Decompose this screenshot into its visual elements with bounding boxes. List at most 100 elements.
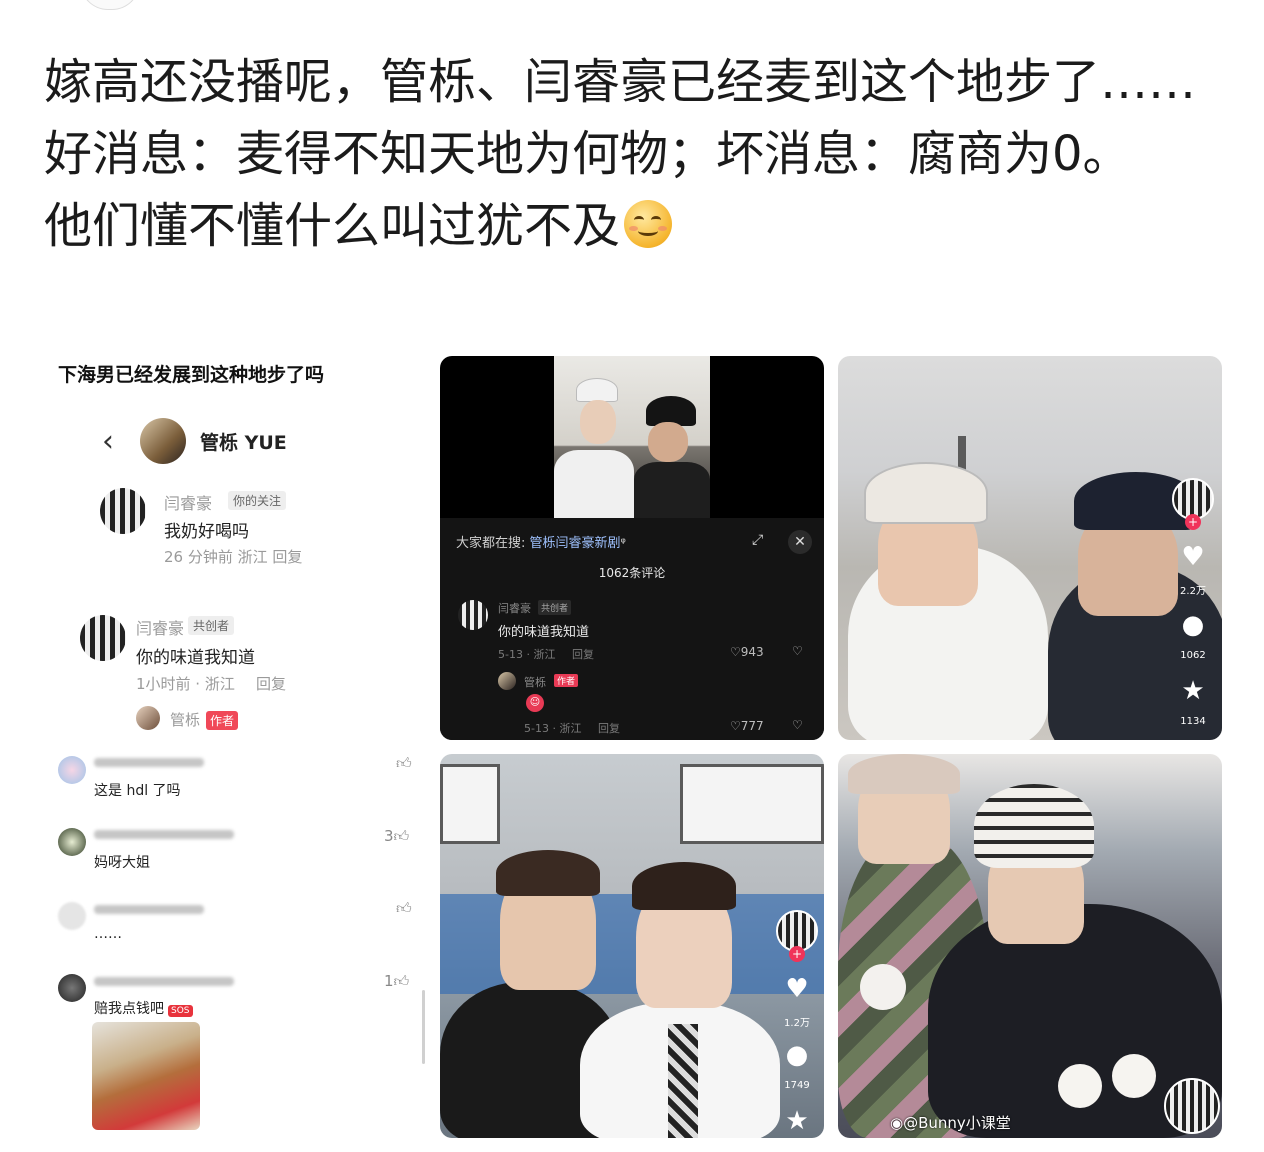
outdoor-photo-image[interactable]: + ♥ 2.2万 ● 1062 ★ 1134: [838, 356, 1222, 740]
search-term-link: 管栎闫睿豪新剧: [529, 536, 621, 551]
thumbs-up-icon: 👍︎: [393, 972, 410, 990]
heart-icon: ♥: [785, 974, 809, 1004]
thumbs-up-icon: 👍︎: [396, 899, 412, 917]
comment-count: 1062: [1180, 650, 1206, 661]
scrollbar: [422, 990, 425, 1064]
commenter-avatar: [58, 974, 86, 1002]
blue-curtain-shape: [440, 894, 824, 994]
dislike-icon: ♡: [792, 718, 803, 732]
co-creator-tag: 共创者: [538, 600, 572, 615]
pompom-shape: [1112, 1054, 1156, 1098]
comment-text: 这是 hdl 了吗: [94, 783, 181, 799]
hair-shape: [848, 754, 960, 794]
author-avatar[interactable]: [80, 0, 140, 10]
creator-avatar: [1164, 1078, 1220, 1134]
reply-avatar: [498, 672, 516, 690]
like-count: 1.2万: [784, 1018, 810, 1029]
pompom-shape: [860, 964, 906, 1010]
heart-icon: ♡: [730, 719, 741, 733]
author-tag: 作者: [554, 674, 579, 687]
reply-avatar: [136, 706, 160, 730]
reply-link: 回复: [598, 722, 620, 735]
comment-text: 你的味道我知道: [136, 648, 255, 668]
classroom-photo-image[interactable]: + ♥ 1.2万 ● 1749 ★: [440, 754, 824, 1138]
comment-meta: 5-13 · 浙江: [498, 648, 556, 661]
screenshot-caption: 下海男已经发展到这种地步了吗: [58, 364, 325, 386]
commenter-avatar: [80, 615, 126, 661]
favorite-count: 1134: [1180, 716, 1206, 727]
follow-plus-icon: +: [789, 946, 805, 962]
video-thumbnail: [554, 356, 710, 520]
reply-link: 回复: [256, 675, 287, 693]
comment-count: 1749: [784, 1080, 810, 1091]
commenter-name: 闫睿豪: [164, 494, 213, 513]
post-text-line: 嫁高还没播呢，管栎、闫睿豪已经麦到这个地步了……好消息：麦得不知天地为何物；坏消…: [44, 54, 1197, 182]
white-cap-shape: [576, 378, 618, 402]
like-count: 1: [384, 972, 394, 990]
black-jacket-shape: [634, 462, 710, 520]
window-shape: [440, 764, 500, 844]
follow-tag: 你的关注: [228, 491, 287, 510]
heart-icon: ♥: [1181, 542, 1205, 572]
profile-name: 管栎 YUE: [200, 432, 287, 454]
white-jacket-shape: [554, 450, 634, 520]
comment-count: 1062条评论: [598, 566, 666, 580]
post-author-header: [70, 0, 690, 14]
reply-meta: 5-13 · 浙江: [524, 722, 582, 735]
sticker-image: [92, 1022, 200, 1130]
thumbs-up-icon: 👍︎: [393, 827, 410, 845]
like-count: 777: [740, 719, 764, 733]
post-text-line: 他们懂不懂什么叫过犹不及: [44, 190, 1224, 262]
reply-author-name: 管栎: [170, 711, 201, 729]
close-icon: ✕: [788, 530, 812, 554]
reply-author-name: 管栎: [524, 676, 546, 689]
comment-text: 妈呀大姐: [94, 855, 150, 871]
watermark: ◉@Bunny小课堂: [890, 1114, 1011, 1132]
comment-text: 你的味道我知道: [498, 625, 590, 640]
comment-screenshot-image[interactable]: 下海男已经发展到这种地步了吗 ‹ 管栎 YUE 闫睿豪 你的关注 我奶好喝吗 2…: [40, 350, 430, 1140]
commenter-avatar: [458, 600, 488, 630]
comment-text: 我奶好喝吗: [164, 522, 249, 542]
author-tag: 作者: [206, 711, 239, 730]
post-body: 嫁高还没播呢，管栎、闫睿豪已经麦到这个地步了……好消息：麦得不知天地为何物；坏消…: [44, 46, 1224, 262]
striped-tie-shape: [668, 1024, 698, 1138]
trending-search: 大家都在搜: 管栎闫睿豪新剧ᵠ: [456, 536, 626, 551]
expand-icon: ⤢: [752, 532, 764, 548]
video-comment-screenshot-image[interactable]: 大家都在搜: 管栎闫睿豪新剧ᵠ ⤢ ✕ 1062条评论 闫睿豪 共创者 你的味道…: [440, 356, 824, 740]
window-shape: [680, 764, 824, 844]
blurred-username: [94, 977, 234, 986]
face-shape: [648, 422, 688, 462]
blurred-username: [94, 830, 234, 839]
heart-icon: ♡: [730, 645, 741, 659]
profile-avatar: [140, 418, 186, 464]
comment-meta: 1小时前 · 浙江: [136, 675, 235, 693]
thumbs-up-icon: 👍︎: [396, 754, 412, 772]
star-icon: ★: [785, 1106, 809, 1136]
comment-icon: ●: [785, 1040, 809, 1070]
commenter-name: 闫睿豪: [498, 602, 531, 615]
smiling-face-emoji-icon: [624, 200, 673, 248]
hair-shape: [632, 862, 736, 910]
commenter-name: 闫睿豪: [136, 619, 185, 638]
comment-text: ……: [94, 926, 122, 942]
comment-text: 赔我点钱吧 SOS: [94, 998, 193, 1018]
blurred-username: [94, 905, 204, 914]
commenter-avatar: [58, 756, 86, 784]
commenter-avatar: [58, 902, 86, 930]
weibo-logo-icon: ◉: [890, 1114, 904, 1132]
comment-meta: 26 分钟前 浙江 回复: [164, 548, 303, 566]
like-count: 943: [740, 645, 764, 659]
follow-plus-icon: +: [1185, 514, 1201, 530]
pompom-shape: [1058, 1064, 1102, 1108]
star-icon: ★: [1181, 676, 1205, 706]
reply-link: 回复: [572, 648, 594, 661]
like-count: 2.2万: [1180, 586, 1206, 597]
commenter-avatar: [58, 828, 86, 856]
sticker-icon: ☺: [526, 694, 544, 712]
like-count: 3: [384, 827, 394, 845]
co-creator-tag: 共创者: [188, 616, 235, 635]
winter-photo-image[interactable]: ◉@Bunny小课堂: [838, 754, 1222, 1138]
back-arrow-icon: ‹: [102, 424, 114, 459]
commenter-avatar: [100, 488, 146, 534]
hair-shape: [496, 850, 600, 896]
